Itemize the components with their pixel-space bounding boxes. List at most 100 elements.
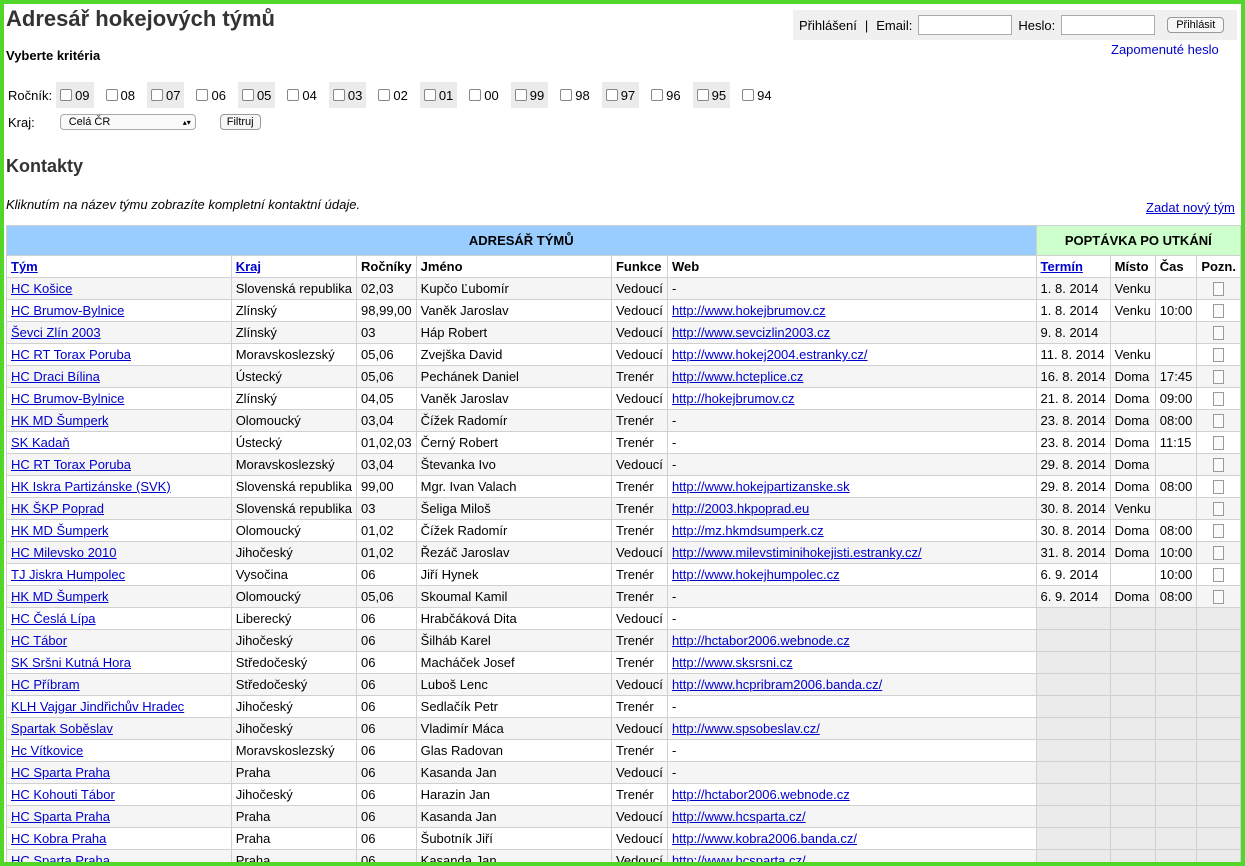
year-option-04[interactable]: 04 [283,82,320,108]
cell-note[interactable] [1196,343,1241,366]
note-icon[interactable] [1213,282,1225,297]
note-icon[interactable] [1213,546,1225,561]
year-option-99[interactable]: 99 [510,82,549,108]
checkbox[interactable] [287,89,300,101]
year-option-01[interactable]: 01 [419,82,458,108]
cell-note[interactable] [1196,541,1241,564]
web-link[interactable]: http://www.hokejbrumov.cz [672,303,826,318]
checkbox[interactable] [651,89,664,101]
checkbox[interactable] [60,89,73,101]
column-header-1[interactable]: Kraj [230,255,358,278]
login-button[interactable]: Přihlásit [1167,17,1225,33]
team-link[interactable]: HC Brumov-Bylnice [11,303,124,318]
note-icon[interactable] [1213,436,1225,451]
note-icon[interactable] [1213,458,1225,473]
year-option-07[interactable]: 07 [147,82,185,108]
cell-note[interactable] [1196,563,1241,586]
checkbox[interactable] [469,89,482,101]
column-header-0[interactable]: Tým [6,255,232,278]
note-icon[interactable] [1213,348,1225,363]
year-option-96[interactable]: 96 [647,82,684,108]
web-link[interactable]: http://www.hcteplice.cz [672,369,804,384]
year-option-94[interactable]: 94 [738,82,775,108]
note-icon[interactable] [1213,480,1225,495]
checkbox[interactable] [605,89,618,101]
note-icon[interactable] [1213,326,1225,341]
checkbox[interactable] [105,89,118,101]
cell-note[interactable] [1196,431,1241,454]
checkbox[interactable] [378,89,391,101]
cell-note[interactable] [1196,585,1241,608]
team-link[interactable]: SK Kadaň [11,435,70,450]
team-link[interactable]: HK ŠKP Poprad [11,501,104,516]
team-link[interactable]: HC Košice [11,281,72,296]
team-link[interactable]: Spartak Soběslav [11,721,113,736]
team-link[interactable]: TJ Jiskra Humpolec [11,567,125,582]
checkbox[interactable] [196,89,209,101]
checkbox[interactable] [696,89,709,101]
note-icon[interactable] [1213,370,1225,385]
checkbox[interactable] [241,89,254,101]
team-link[interactable]: HK MD Šumperk [11,413,109,428]
email-field[interactable] [918,15,1013,35]
team-link[interactable]: HC Draci Bílina [11,369,100,384]
cell-note[interactable] [1196,277,1241,300]
web-link[interactable]: http://www.hokej2004.estranky.cz/ [672,347,868,362]
cell-note[interactable] [1196,453,1241,476]
team-link[interactable]: HK MD Šumperk [11,589,109,604]
web-link[interactable]: http://www.kobra2006.banda.cz/ [672,831,857,846]
team-link[interactable]: HC Milevsko 2010 [11,545,117,560]
note-icon[interactable] [1213,414,1225,429]
team-link[interactable]: HC RT Torax Poruba [11,347,131,362]
year-option-05[interactable]: 05 [237,82,276,108]
web-link[interactable]: http://www.hcpribram2006.banda.cz/ [672,677,882,692]
team-link[interactable]: SK Sršni Kutná Hora [11,655,131,670]
team-link[interactable]: Ševci Zlín 2003 [11,325,101,340]
web-link[interactable]: http://www.milevstiminihokejisti.estrank… [672,545,922,560]
web-link[interactable]: http://www.sksrsni.cz [672,655,793,670]
checkbox[interactable] [560,89,573,101]
note-icon[interactable] [1213,304,1225,319]
region-select[interactable]: Celá ČR ▴▾ [59,114,196,130]
filter-button[interactable]: Filtruj [219,114,261,130]
cell-note[interactable] [1196,299,1241,322]
checkbox[interactable] [742,89,755,101]
column-header-6[interactable]: Termín [1035,255,1111,278]
year-option-09[interactable]: 09 [56,82,94,108]
year-option-95[interactable]: 95 [692,82,731,108]
add-team-link[interactable]: Zadat nový tým [1146,200,1235,215]
web-link[interactable]: http://hctabor2006.webnode.cz [672,787,850,802]
cell-note[interactable] [1196,387,1241,410]
team-link[interactable]: HC Česlá Lípa [11,611,96,626]
checkbox[interactable] [151,89,164,101]
web-link[interactable]: http://hokejbrumov.cz [672,391,795,406]
team-link[interactable]: HC Brumov-Bylnice [11,391,124,406]
cell-note[interactable] [1196,365,1241,388]
web-link[interactable]: http://mz.hkmdsumperk.cz [672,523,824,538]
team-link[interactable]: Hc Vítkovice [11,743,83,758]
team-link[interactable]: HK MD Šumperk [11,523,109,538]
note-icon[interactable] [1213,568,1225,583]
checkbox[interactable] [423,89,436,101]
cell-note[interactable] [1196,475,1241,498]
team-link[interactable]: HC Kohouti Tábor [11,787,115,802]
web-link[interactable]: http://www.sevcizlin2003.cz [672,325,830,340]
web-link[interactable]: http://www.hcsparta.cz/ [672,809,806,824]
team-link[interactable]: HC Sparta Praha [11,853,110,862]
web-link[interactable]: http://2003.hkpoprad.eu [672,501,809,516]
note-icon[interactable] [1213,502,1225,517]
checkbox[interactable] [514,89,527,101]
password-field[interactable] [1061,15,1156,35]
cell-note[interactable] [1196,409,1241,432]
web-link[interactable]: http://www.hcsparta.cz/ [672,853,806,862]
year-option-06[interactable]: 06 [192,82,229,108]
year-option-03[interactable]: 03 [328,82,367,108]
checkbox[interactable] [332,89,345,101]
web-link[interactable]: http://hctabor2006.webnode.cz [672,633,850,648]
web-link[interactable]: http://www.hokejpartizanske.sk [672,479,850,494]
team-link[interactable]: HC Sparta Praha [11,809,110,824]
note-icon[interactable] [1213,524,1225,539]
note-icon[interactable] [1213,590,1225,605]
web-link[interactable]: http://www.hokejhumpolec.cz [672,567,840,582]
cell-note[interactable] [1196,321,1241,344]
